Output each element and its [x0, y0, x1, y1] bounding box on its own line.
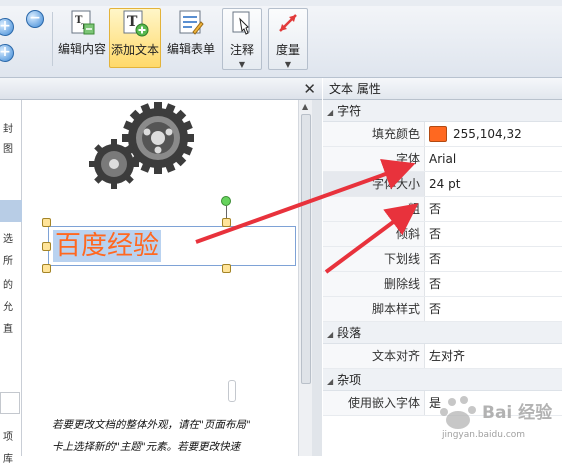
property-value: 否	[429, 251, 442, 266]
property-row-font[interactable]: 字体 Arial	[323, 147, 562, 172]
property-row-script-style[interactable]: 脚本样式 否	[323, 297, 562, 322]
watermark-text: Bai 经验	[482, 403, 553, 423]
left-column-char: 图	[3, 144, 13, 155]
vertical-scrollbar[interactable]: ▲	[298, 100, 312, 456]
scrollbar-thumb[interactable]	[301, 114, 311, 384]
property-key: 删除线	[323, 272, 425, 296]
property-key: 填充颜色	[323, 122, 425, 146]
property-row-font-size[interactable]: 字体大小 24 pt	[323, 172, 562, 197]
collapse-triangle-icon[interactable]: ◢	[327, 330, 333, 339]
measure-icon	[274, 9, 302, 37]
section-label: 杂项	[337, 373, 362, 387]
section-character[interactable]: ◢ 字符	[323, 100, 562, 122]
zoom-out-button[interactable]: −	[26, 10, 44, 28]
section-misc[interactable]: ◢ 杂项	[323, 369, 562, 391]
annotation-label: 注释	[229, 43, 254, 57]
left-column-char: 直	[3, 324, 13, 335]
ribbon-toolbar: + − + T T 编辑内容 T 添加文本 编辑表单 注释 ▼ 度量 ▼	[0, 0, 562, 78]
property-row-underline[interactable]: 下划线 否	[323, 247, 562, 272]
property-value: 左对齐	[429, 348, 466, 363]
left-column-char: 所	[3, 256, 13, 267]
document-header-bar: ✕	[0, 78, 322, 100]
measure-chevron-down-icon: ▼	[284, 60, 292, 69]
thumbnail-panel[interactable]: 封 图 选 所 的 允 直 项 库	[0, 100, 22, 465]
property-key: 粗	[323, 197, 425, 221]
gears-image	[89, 102, 194, 189]
close-icon[interactable]: ✕	[303, 80, 316, 98]
resize-handle-bottom-left[interactable]	[42, 264, 51, 273]
rotation-handle[interactable]	[221, 196, 231, 206]
collapse-triangle-icon[interactable]: ◢	[327, 108, 333, 117]
edit-content-button[interactable]: T T 编辑内容	[56, 8, 108, 68]
property-key: 字体	[323, 147, 425, 171]
left-column-char: 项	[3, 432, 13, 443]
section-label: 段落	[337, 326, 362, 340]
property-value: 24 pt	[429, 176, 461, 191]
annotation-chevron-down-icon: ▼	[238, 60, 246, 69]
annotation-button[interactable]: 注释 ▼	[222, 8, 262, 70]
property-key: 下划线	[323, 247, 425, 271]
edit-form-button[interactable]: 编辑表单	[164, 8, 218, 68]
edit-content-label: 编辑内容	[57, 42, 106, 56]
property-key: 脚本样式	[323, 297, 425, 321]
document-paragraph[interactable]: 若要更改文档的整体外观，请在"页面布局" 卡上选择新的"主题"元素。若要更改快速	[52, 414, 298, 458]
property-value: Arial	[429, 151, 457, 166]
resize-handle-middle-left[interactable]	[42, 242, 51, 251]
thumbnail-box[interactable]	[0, 392, 20, 414]
zoom-in-button[interactable]: +	[0, 18, 14, 36]
property-key: 字体大小	[323, 172, 425, 196]
property-row-italic[interactable]: 倾斜 否	[323, 222, 562, 247]
left-column-char: 的	[3, 280, 13, 291]
property-row-strikethrough[interactable]: 删除线 否	[323, 272, 562, 297]
property-row-text-align[interactable]: 文本对齐 左对齐	[323, 344, 562, 369]
selected-text-box[interactable]: 百度经验	[48, 226, 296, 266]
property-row-fill-color[interactable]: 填充颜色 255,104,32	[323, 122, 562, 147]
property-key: 倾斜	[323, 222, 425, 246]
annotation-icon	[228, 9, 256, 37]
color-swatch[interactable]	[429, 126, 447, 142]
selected-text[interactable]: 百度经验	[53, 230, 162, 262]
add-text-icon: T	[121, 9, 149, 37]
page-small-element	[228, 380, 236, 402]
measure-label: 度量	[275, 43, 300, 57]
edit-form-icon	[177, 8, 205, 36]
left-column-char: 封	[3, 124, 13, 135]
property-value: 否	[429, 201, 442, 216]
property-value: 否	[429, 276, 442, 291]
resize-handle-top-center[interactable]	[222, 218, 231, 227]
add-text-button[interactable]: T 添加文本	[109, 8, 161, 68]
paragraph-line: 若要更改文档的整体外观，请在"页面布局"	[52, 419, 251, 431]
resize-handle-bottom-center[interactable]	[222, 264, 231, 273]
thumbnail-selected-item[interactable]	[0, 200, 22, 222]
section-paragraph[interactable]: ◢ 段落	[323, 322, 562, 344]
measure-button[interactable]: 度量 ▼	[268, 8, 308, 70]
scroll-up-icon[interactable]: ▲	[302, 102, 308, 111]
property-key: 使用嵌入字体	[323, 391, 425, 415]
ribbon-separator	[52, 12, 53, 66]
property-key: 文本对齐	[323, 344, 425, 368]
left-column-char: 允	[3, 302, 13, 313]
paragraph-line: 卡上选择新的"主题"元素。若要更改快速	[52, 441, 241, 453]
left-column-char: 选	[3, 234, 13, 245]
panel-splitter[interactable]	[312, 100, 322, 456]
property-value: 255,104,32	[453, 126, 522, 141]
zoom-fit-button[interactable]: +	[0, 44, 14, 62]
left-column-char: 库	[3, 454, 13, 465]
collapse-triangle-icon[interactable]: ◢	[327, 377, 333, 386]
ribbon-top-strip	[0, 0, 562, 6]
property-value: 否	[429, 226, 442, 241]
resize-handle-top-left[interactable]	[42, 218, 51, 227]
watermark-url: jingyan.baidu.com	[442, 430, 526, 440]
add-text-label: 添加文本	[110, 43, 159, 57]
section-label: 字符	[337, 104, 362, 118]
property-value: 否	[429, 301, 442, 316]
properties-panel-title: 文本 属性	[323, 78, 562, 100]
edit-content-icon: T T	[68, 8, 96, 36]
property-row-bold[interactable]: 粗 否	[323, 197, 562, 222]
edit-form-label: 编辑表单	[166, 42, 215, 56]
